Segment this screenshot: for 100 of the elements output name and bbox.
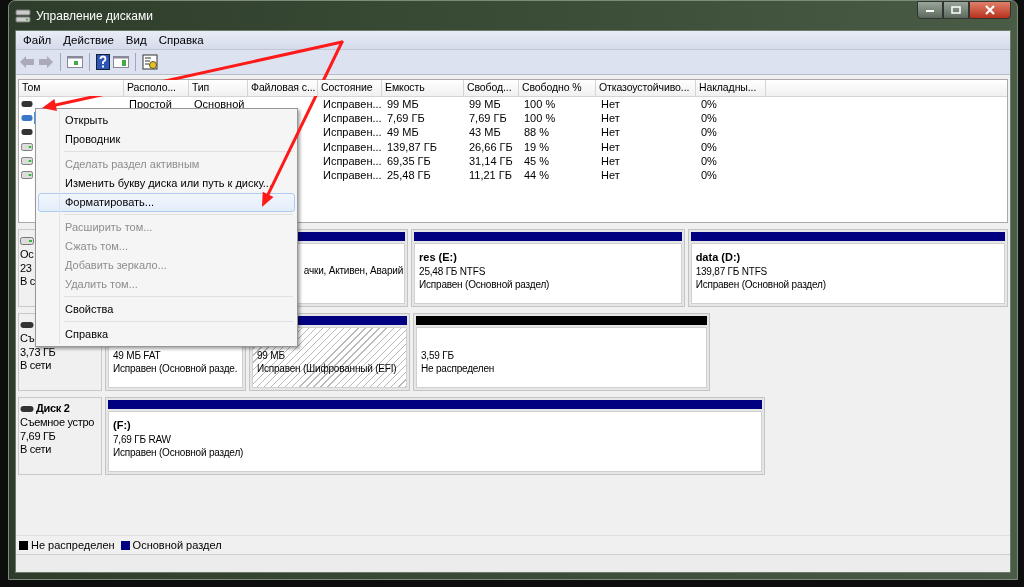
table-cell: Исправен... (323, 140, 382, 153)
table-cell: 44 % (524, 169, 550, 182)
column-header[interactable]: Емкость (382, 80, 464, 96)
table-cell: Основной (194, 98, 245, 111)
disk-label-panel[interactable]: Диск 2 Съемное устро 7,69 ГБ В сети (18, 397, 102, 475)
drive-icon (20, 237, 34, 245)
table-cell: 100 % (524, 98, 556, 111)
table-cell: 19 % (524, 140, 550, 153)
table-cell: 69,35 ГБ (387, 154, 431, 167)
partition-info: Исправен (Основной раздел) (419, 278, 550, 292)
disk-info: 23 (20, 261, 32, 275)
column-header[interactable]: Свобод... (464, 80, 519, 96)
column-header[interactable]: Тип (189, 80, 248, 96)
legend-label: Не распределен (31, 539, 115, 551)
partition-info: 3,59 ГБ (421, 348, 454, 362)
column-header[interactable]: Отказоустойчиво... (596, 80, 696, 96)
column-header[interactable]: Располо... (124, 80, 189, 96)
disk-info: Съемное устро (20, 416, 95, 430)
table-cell: Исправен... (323, 154, 382, 167)
menu-item[interactable]: Файл (18, 33, 57, 47)
table-cell: 0% (701, 169, 717, 182)
table-cell: Нет (601, 140, 620, 153)
column-header[interactable]: Том (19, 80, 124, 96)
partition-info: Исправен (Основной разде. (113, 362, 238, 376)
disk-info: В сети (20, 359, 52, 373)
legend-label: Основной раздел (132, 539, 222, 551)
table-cell: 31,14 ГБ (469, 154, 513, 167)
partition-block[interactable]: data (D:) 139,87 ГБ NTFS Исправен (Основной раздел) (687, 229, 1008, 307)
help-icon[interactable] (96, 54, 110, 70)
menu-item[interactable]: Действие (58, 33, 119, 47)
column-header[interactable]: Свободно % (519, 80, 596, 96)
table-cell: 99 МБ (387, 98, 419, 111)
table-cell: 0% (701, 112, 717, 125)
disk-info: 3,73 ГБ (20, 345, 56, 359)
table-cell: Исправен... (323, 169, 382, 182)
table-cell: 0% (701, 140, 717, 153)
disk-info: В сети (20, 443, 52, 457)
partition-block[interactable]: 3,59 ГБ Не распределен (413, 313, 710, 391)
disk-info: В с (20, 275, 35, 289)
table-cell: 26,66 ГБ (469, 140, 513, 153)
disk-info: Съ (20, 332, 35, 346)
partition-info: 139,87 ГБ NTFS (695, 264, 768, 278)
table-cell: 43 МБ (469, 126, 501, 139)
partition-name: res (E:) (419, 251, 458, 265)
partition-info: 25,48 ГБ NTFS (419, 264, 486, 278)
column-header[interactable]: Файловая с... (248, 80, 318, 96)
table-cell: Нет (601, 98, 620, 111)
menu-item[interactable]: Справка (153, 33, 209, 47)
disk-name: Диск 2 (36, 402, 70, 416)
window-title: Управление дисками (36, 8, 153, 23)
partition-info: 49 МБ FAT (113, 348, 161, 362)
partition-info: ачки, Активен, Аварий (303, 264, 404, 278)
table-cell: 100 % (524, 112, 556, 125)
table-cell: 0% (701, 154, 717, 167)
partition-info: Не распределен (421, 362, 495, 376)
table-cell: Нет (601, 169, 620, 182)
table-cell: Нет (601, 126, 620, 139)
minimize-icon (925, 7, 935, 13)
table-cell: 88 % (524, 126, 550, 139)
table-cell: Нет (601, 112, 620, 125)
column-header[interactable]: Состояние (318, 80, 382, 96)
table-cell: 7,69 ГБ (469, 112, 507, 125)
table-cell: 139,87 ГБ (387, 140, 437, 153)
partition-info: Исправен (Основной раздел) (113, 446, 244, 460)
table-cell: Простой (129, 98, 172, 111)
disk-info: 7,69 ГБ (20, 429, 56, 443)
partition-info: 99 МБ (257, 348, 285, 362)
context-menu-item[interactable]: Изменить букву диска или путь к диску... (38, 174, 295, 193)
partition-info: Исправен (Основной раздел) (695, 278, 826, 292)
properties-icon[interactable] (142, 54, 158, 70)
partition-name: (F:) (113, 419, 132, 433)
panel-icon[interactable] (67, 55, 83, 69)
table-cell: Исправен... (323, 126, 382, 139)
drive-icon (20, 321, 34, 329)
table-cell: 25,48 ГБ (387, 169, 431, 182)
table-cell: Исправен... (323, 112, 382, 125)
disk-info: Ос (20, 248, 34, 262)
maximize-icon (951, 6, 961, 14)
partition-block[interactable]: res (E:) 25,48 ГБ NTFS Исправен (Основной раздел) (411, 229, 685, 307)
table-cell: 0% (701, 98, 717, 111)
context-menu-item[interactable]: Открыть (38, 111, 295, 130)
partition-name: data (D:) (695, 251, 742, 265)
minimize-button[interactable] (917, 1, 943, 19)
table-cell: 45 % (524, 154, 550, 167)
drive-icon (20, 405, 34, 413)
table-cell: Нет (601, 154, 620, 167)
menu-item[interactable]: Вид (120, 33, 152, 47)
context-menu-item[interactable]: Форматировать... (38, 193, 295, 212)
maximize-button[interactable] (943, 1, 969, 19)
close-icon (984, 5, 996, 15)
table-cell: 7,69 ГБ (387, 112, 425, 125)
table-cell: 99 МБ (469, 98, 501, 111)
disk-management-icon (15, 8, 31, 23)
table-cell: 0% (701, 126, 717, 139)
column-header[interactable]: Накладны... (696, 80, 766, 96)
close-button[interactable] (969, 1, 1011, 19)
table-cell: Исправен... (323, 98, 382, 111)
partition-block[interactable]: (F:) 7,69 ГБ RAW Исправен (Основной раздел) (105, 397, 765, 475)
context-menu-item[interactable]: Проводник (38, 130, 295, 149)
table-cell: 49 МБ (387, 126, 419, 139)
